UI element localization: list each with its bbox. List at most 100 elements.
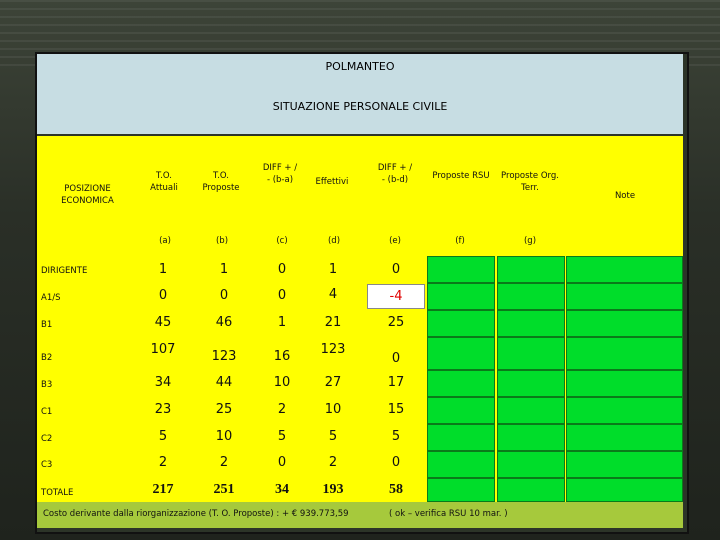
total-b: 251 xyxy=(213,482,235,497)
row-label: C2 xyxy=(41,434,53,444)
cell-e: 5 xyxy=(391,429,401,444)
empty-cell xyxy=(497,397,565,424)
cell-d: 5 xyxy=(328,429,338,444)
empty-cell xyxy=(427,397,495,424)
empty-cell xyxy=(427,256,495,283)
empty-cell xyxy=(566,397,683,424)
cell-a: 107 xyxy=(150,342,176,357)
empty-cell xyxy=(566,256,683,283)
empty-cell xyxy=(566,283,683,310)
cell-d: 123 xyxy=(320,342,346,357)
empty-cell xyxy=(497,451,565,478)
cell-d: 10 xyxy=(324,402,342,417)
total-e: 58 xyxy=(389,482,403,497)
empty-cell xyxy=(566,370,683,397)
col-code-a: (a) xyxy=(159,236,171,246)
col-code-b: (b) xyxy=(215,236,229,246)
cell-c: 10 xyxy=(273,375,291,390)
row-label: DIRIGENTE xyxy=(41,266,88,276)
col-header-proposte-org: Proposte Org. Terr. xyxy=(501,171,559,193)
cell-e: 25 xyxy=(387,315,405,330)
row-label: A1/S xyxy=(41,293,61,303)
cell-e: 15 xyxy=(387,402,405,417)
cell-b: 46 xyxy=(215,315,233,330)
col-header-effettivi: Effettivi xyxy=(315,177,349,187)
empty-cell xyxy=(566,337,683,370)
row-label: C3 xyxy=(41,460,53,470)
cell-a: 34 xyxy=(154,375,172,390)
cell-c: 0 xyxy=(277,455,287,470)
cell-e: -4 xyxy=(389,289,403,304)
empty-cell xyxy=(497,283,565,310)
col-code-d: (d) xyxy=(327,236,341,246)
cell-c: 16 xyxy=(273,349,291,364)
empty-cell xyxy=(566,424,683,451)
cell-c: 1 xyxy=(277,315,287,330)
empty-cell xyxy=(566,310,683,337)
cell-b: 10 xyxy=(215,429,233,444)
footer-cost: Costo derivante dalla riorganizzazione (… xyxy=(43,509,349,519)
empty-cell xyxy=(497,256,565,283)
cell-d: 21 xyxy=(324,315,342,330)
col-code-e: (e) xyxy=(389,236,401,246)
col-header-to-attuali: T.O. Attuali xyxy=(150,171,178,193)
row-label: B3 xyxy=(41,380,53,390)
cell-a: 2 xyxy=(158,455,168,470)
col-header-diff-bd: DIFF + / - (b-d) xyxy=(377,163,413,185)
row-label: B1 xyxy=(41,320,53,330)
cell-b: 44 xyxy=(215,375,233,390)
row-label: TOTALE xyxy=(41,488,74,498)
cell-e: 0 xyxy=(391,455,401,470)
total-a: 217 xyxy=(152,482,174,497)
empty-cell xyxy=(427,424,495,451)
cell-a: 45 xyxy=(154,315,172,330)
row-label: B2 xyxy=(41,353,53,363)
cell-c: 0 xyxy=(277,288,287,303)
cell-b: 1 xyxy=(219,262,229,277)
cell-c: 0 xyxy=(277,262,287,277)
empty-cell xyxy=(427,451,495,478)
page-title: POLMANTEO xyxy=(325,60,395,73)
col-code-c: (c) xyxy=(276,236,288,246)
col-code-g: (g) xyxy=(523,236,537,246)
cell-e: 17 xyxy=(387,375,405,390)
cell-c: 5 xyxy=(277,429,287,444)
footer-bar: Costo derivante dalla riorganizzazione (… xyxy=(37,502,683,528)
cell-a: 5 xyxy=(158,429,168,444)
empty-cell xyxy=(427,310,495,337)
empty-cell xyxy=(427,283,495,310)
empty-cell xyxy=(427,478,495,502)
col-header-diff-ba: DIFF + / - (b-a) xyxy=(262,163,298,185)
cell-a: 0 xyxy=(158,288,168,303)
cell-b: 2 xyxy=(219,455,229,470)
empty-cell xyxy=(427,337,495,370)
cell-d: 27 xyxy=(324,375,342,390)
empty-cell xyxy=(497,424,565,451)
cell-b: 25 xyxy=(215,402,233,417)
cell-e: 0 xyxy=(391,262,401,277)
title-header: POLMANTEO SITUAZIONE PERSONALE CIVILE xyxy=(37,54,683,134)
empty-cell xyxy=(497,337,565,370)
empty-cell xyxy=(566,451,683,478)
cell-a: 1 xyxy=(158,262,168,277)
cell-d: 2 xyxy=(328,455,338,470)
col-header-posizione: POSIZIONE ECONOMICA xyxy=(61,184,114,206)
empty-cell xyxy=(497,370,565,397)
col-header-note: Note xyxy=(614,191,636,201)
empty-cell xyxy=(427,370,495,397)
cell-b: 0 xyxy=(219,288,229,303)
cell-d: 1 xyxy=(328,262,338,277)
row-label: C1 xyxy=(41,407,53,417)
column-header-band xyxy=(37,136,683,254)
col-code-f: (f) xyxy=(455,236,465,246)
cell-e: 0 xyxy=(391,351,401,366)
page-subtitle: SITUAZIONE PERSONALE CIVILE xyxy=(272,100,448,113)
empty-cell xyxy=(497,310,565,337)
empty-cell xyxy=(497,478,565,502)
col-header-proposte-rsu: Proposte RSU xyxy=(432,171,490,181)
cell-a: 23 xyxy=(154,402,172,417)
cell-b: 123 xyxy=(211,349,237,364)
footer-note: ( ok – verifica RSU 10 mar. ) xyxy=(389,509,508,519)
empty-cell xyxy=(566,478,683,502)
col-header-to-proposte: T.O. Proposte xyxy=(202,171,240,193)
